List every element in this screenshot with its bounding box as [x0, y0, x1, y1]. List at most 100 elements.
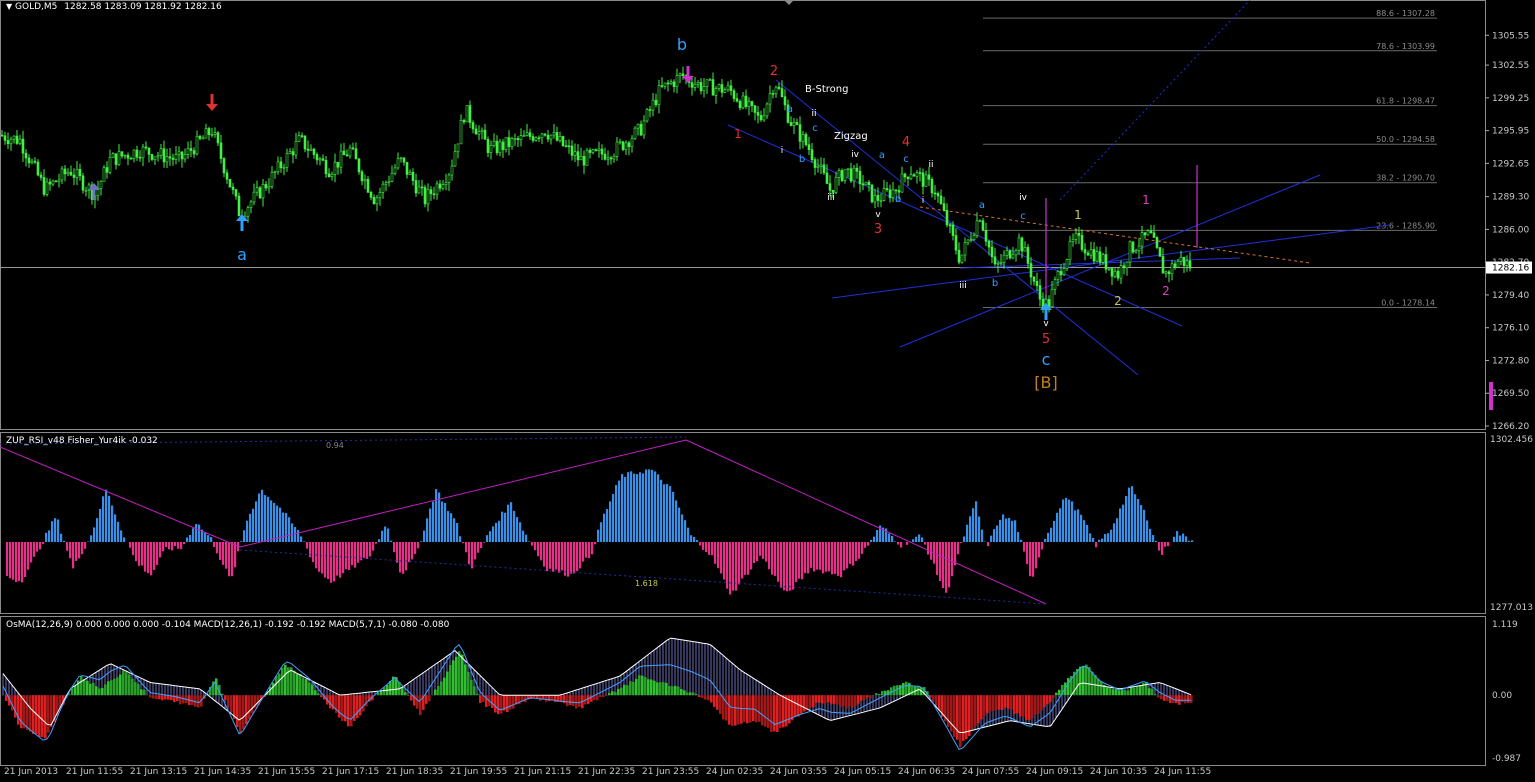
- rsi-bar: [84, 542, 87, 549]
- rsi-bar: [549, 542, 552, 569]
- candle-body: [1134, 250, 1138, 253]
- candle-body: [621, 141, 625, 150]
- osma-pane[interactable]: 1.119 0.00 -0.987 OsMA(12,26,9) 0.000 0.00…: [0, 616, 1535, 766]
- candle-body: [375, 197, 379, 205]
- candle-body: [951, 224, 955, 236]
- price-tick-label: 1269.50: [1492, 389, 1529, 399]
- rsi-pane[interactable]: 0.94 1.618 1302.456 1277.013 ZUP_RSI_v48 Fi…: [0, 432, 1535, 614]
- osma-bar: [476, 693, 479, 696]
- osma-bar: [674, 685, 677, 696]
- candle-body: [789, 122, 793, 126]
- rsi-bar: [189, 534, 192, 542]
- candle-body: [378, 192, 382, 199]
- rsi-bar: [1038, 542, 1041, 558]
- rsi-bar: [363, 542, 366, 558]
- osma-bar: [989, 695, 992, 712]
- candle-body: [708, 79, 712, 81]
- rsi-bar: [1059, 508, 1062, 542]
- candle-body: [1014, 250, 1018, 256]
- osma-bar: [1157, 695, 1160, 698]
- rsi-bar: [537, 542, 540, 557]
- candle-body: [1074, 233, 1078, 240]
- osma-bar: [830, 695, 833, 704]
- rsi-bar: [714, 542, 717, 564]
- osma-bar: [113, 678, 116, 696]
- osma-bar: [1019, 695, 1022, 717]
- rsi-bar: [951, 542, 954, 577]
- candle-body: [996, 262, 1000, 265]
- rsi-bar: [1107, 533, 1110, 542]
- rsi-bar: [663, 484, 666, 542]
- candle-body: [1176, 261, 1180, 268]
- price-pane[interactable]: 88.6 - 1307.28 78.6 - 1303.99 61.8 - 1298.…: [0, 0, 1535, 430]
- candle-body: [204, 128, 208, 139]
- osma-bar: [149, 695, 152, 698]
- price-frame: [0, 0, 1486, 430]
- time-axis-label: 21 Jun 2013: [4, 767, 59, 777]
- candle-body: [63, 168, 67, 175]
- osma-bar: [1067, 678, 1070, 696]
- wave-label: ii: [928, 160, 933, 170]
- candle-body: [72, 174, 76, 178]
- candle-body: [414, 180, 418, 194]
- candle-body: [249, 201, 253, 209]
- time-axis-label: 24 Jun 07:55: [962, 767, 1020, 777]
- osma-bar: [821, 695, 824, 704]
- rsi-bar: [504, 512, 507, 542]
- candle-body: [927, 174, 931, 180]
- candle-body: [795, 122, 799, 125]
- wave-label: i: [781, 146, 784, 156]
- osma-bar: [806, 695, 809, 711]
- rsi-bar: [945, 542, 948, 593]
- rsi-bar: [327, 542, 330, 580]
- candle-body: [837, 170, 841, 178]
- rsi-bar: [852, 542, 855, 566]
- rsi-bar: [828, 542, 831, 572]
- wave-label: b: [895, 194, 901, 205]
- osma-bar: [1130, 686, 1133, 696]
- wave-label: 2: [770, 64, 778, 79]
- candle-body: [306, 148, 310, 151]
- candle-body: [432, 193, 436, 196]
- rsi-bar: [1149, 528, 1152, 542]
- price-header: ▼ GOLD,M5 1282.58 1283.09 1281.92 1282.1…: [6, 2, 222, 12]
- osma-bar: [461, 654, 464, 696]
- time-axis-label: 21 Jun 11:55: [66, 767, 124, 777]
- rsi-bar: [1155, 540, 1158, 542]
- candle-body: [21, 138, 25, 154]
- candle-body: [672, 81, 676, 87]
- candle-body: [189, 148, 193, 151]
- candle-body: [606, 157, 610, 160]
- rsi-bar: [729, 542, 732, 595]
- rsi-bar: [1047, 532, 1050, 542]
- rsi-bar: [993, 529, 996, 542]
- rsi-bar: [93, 527, 96, 542]
- osma-bar: [1112, 689, 1115, 696]
- dropdown-triangle-icon[interactable]: ▼: [6, 2, 12, 11]
- rsi-bar: [63, 540, 66, 542]
- candle-body: [177, 151, 181, 155]
- osma-bar: [491, 695, 494, 708]
- rsi-bar: [570, 542, 573, 574]
- osma-bar: [809, 695, 812, 708]
- rsi-bar: [897, 542, 900, 545]
- rsi-bar: [834, 542, 837, 574]
- rsi-bar: [999, 519, 1002, 542]
- wave-label: 4: [902, 135, 910, 150]
- rsi-bar: [942, 542, 945, 589]
- rsi-bar: [1158, 542, 1161, 551]
- rsi-bar: [558, 542, 561, 573]
- candle-body: [402, 157, 406, 163]
- candle-body: [1149, 230, 1153, 234]
- osma-bar: [905, 681, 908, 696]
- rsi-bar: [144, 542, 147, 572]
- candle-body: [600, 148, 604, 155]
- rsi-bar: [816, 542, 819, 570]
- osma-bar: [599, 695, 602, 698]
- wave-label: iv: [851, 150, 860, 160]
- rsi-bar: [690, 535, 693, 542]
- candle-body: [426, 189, 430, 205]
- candle-body: [381, 183, 385, 193]
- rsi-bar: [981, 529, 984, 542]
- osma-bar: [797, 695, 800, 717]
